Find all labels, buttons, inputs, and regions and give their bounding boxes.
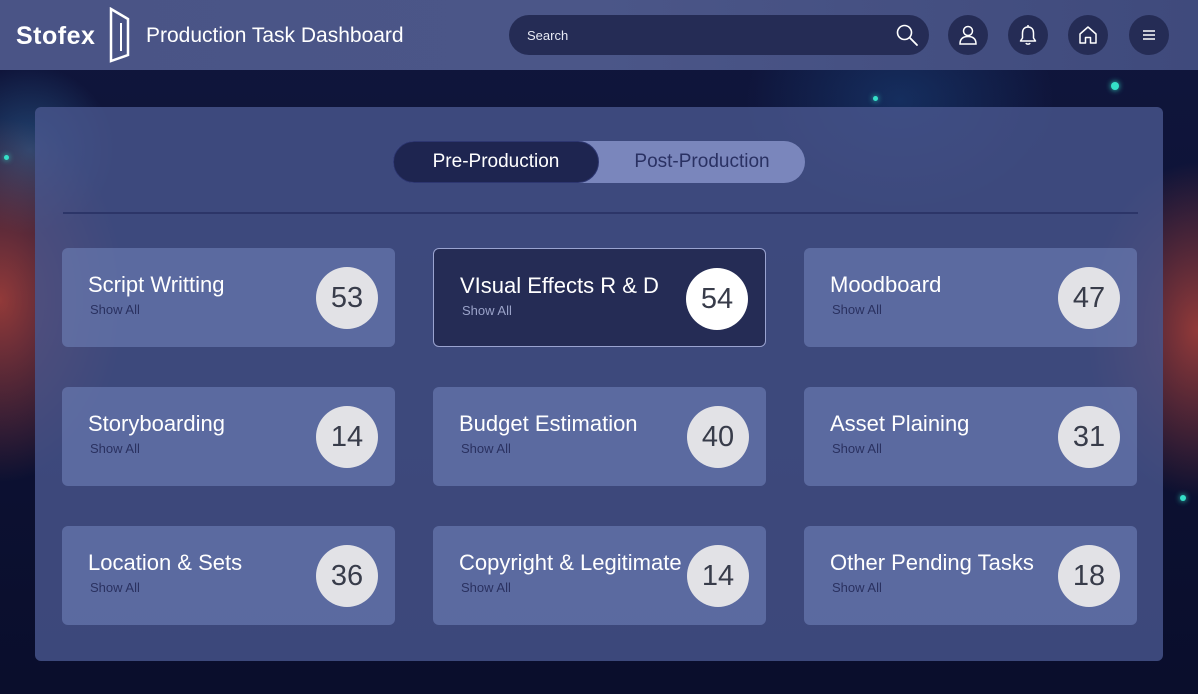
- task-card-copyright-legitimate[interactable]: Copyright & Legitimate Show All 14: [433, 526, 766, 625]
- menu-icon: [1143, 30, 1155, 40]
- show-all-link[interactable]: Show All: [90, 441, 140, 456]
- app-title: Production Task Dashboard: [146, 24, 404, 47]
- show-all-link[interactable]: Show All: [462, 303, 512, 318]
- card-title: Budget Estimation: [459, 411, 638, 436]
- background-glow-dot: [4, 155, 9, 160]
- show-all-link[interactable]: Show All: [832, 580, 882, 595]
- user-icon: [959, 25, 977, 45]
- task-count-badge: 54: [686, 268, 748, 330]
- task-count-badge: 36: [316, 545, 378, 607]
- tab-pre-production[interactable]: Pre-Production: [393, 141, 599, 183]
- brand-logo-icon: [109, 7, 130, 63]
- divider: [63, 212, 1138, 214]
- background-glow-dot: [1180, 495, 1186, 501]
- production-phase-toggle: Pre-Production Post-Production: [393, 141, 805, 183]
- card-title: VIsual Effects R & D: [460, 273, 659, 298]
- menu-button[interactable]: [1129, 15, 1169, 55]
- card-title: Storyboarding: [88, 411, 225, 436]
- task-count-badge: 40: [687, 406, 749, 468]
- task-count-badge: 31: [1058, 406, 1120, 468]
- search-bar: [509, 15, 929, 55]
- search-input[interactable]: [509, 15, 879, 55]
- home-icon: [1079, 26, 1097, 44]
- task-count-badge: 18: [1058, 545, 1120, 607]
- task-count-badge: 53: [316, 267, 378, 329]
- user-button[interactable]: [948, 15, 988, 55]
- home-button[interactable]: [1068, 15, 1108, 55]
- task-card-moodboard[interactable]: Moodboard Show All 47: [804, 248, 1137, 347]
- task-card-asset-plaining[interactable]: Asset Plaining Show All 31: [804, 387, 1137, 486]
- card-title: Script Writting: [88, 272, 225, 297]
- card-title: Asset Plaining: [830, 411, 970, 436]
- card-title: Other Pending Tasks: [830, 550, 1034, 575]
- task-card-location-sets[interactable]: Location & Sets Show All 36: [62, 526, 395, 625]
- bell-icon: [1019, 25, 1037, 45]
- card-title: Copyright & Legitimate: [459, 550, 682, 575]
- task-card-other-pending[interactable]: Other Pending Tasks Show All 18: [804, 526, 1137, 625]
- brand-logo-text: Stofex: [16, 22, 96, 50]
- card-title: Location & Sets: [88, 550, 243, 575]
- show-all-link[interactable]: Show All: [90, 302, 140, 317]
- show-all-link[interactable]: Show All: [832, 302, 882, 317]
- notifications-button[interactable]: [1008, 15, 1048, 55]
- card-title: Moodboard: [830, 272, 942, 297]
- background-glow-dot: [873, 96, 878, 101]
- show-all-link[interactable]: Show All: [832, 441, 882, 456]
- task-count-badge: 14: [316, 406, 378, 468]
- dashboard-panel: Pre-Production Post-Production Script Wr…: [35, 107, 1163, 661]
- show-all-link[interactable]: Show All: [461, 580, 511, 595]
- task-card-budget-estimation[interactable]: Budget Estimation Show All 40: [433, 387, 766, 486]
- task-card-storyboarding[interactable]: Storyboarding Show All 14: [62, 387, 395, 486]
- task-card-script-writting[interactable]: Script Writting Show All 53: [62, 248, 395, 347]
- tab-post-production[interactable]: Post-Production: [599, 141, 805, 183]
- search-icon[interactable]: [895, 23, 919, 47]
- task-count-badge: 47: [1058, 267, 1120, 329]
- show-all-link[interactable]: Show All: [461, 441, 511, 456]
- top-header: Stofex Production Task Dashboard: [0, 0, 1198, 70]
- task-count-badge: 14: [687, 545, 749, 607]
- task-card-visual-effects[interactable]: VIsual Effects R & D Show All 54: [433, 248, 766, 347]
- show-all-link[interactable]: Show All: [90, 580, 140, 595]
- background-glow-dot: [1111, 82, 1119, 90]
